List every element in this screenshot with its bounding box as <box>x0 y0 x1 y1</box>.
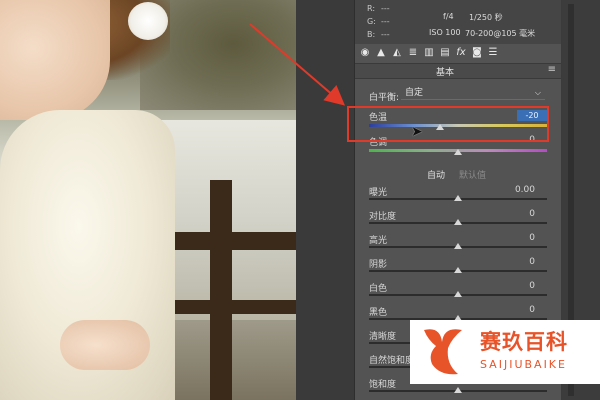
fx-icon[interactable]: fx <box>455 47 467 59</box>
lens-value: 70-200@105 毫米 <box>465 29 536 38</box>
railing-bar <box>165 232 296 250</box>
mouse-cursor-icon: ➤ <box>411 124 423 140</box>
adjustment-value[interactable]: 0.00 <box>505 185 535 195</box>
photo-icon[interactable]: ◙ <box>471 47 483 59</box>
section-header: 基本 ≡ <box>355 63 561 79</box>
panel-tabs: ◉ ▲ ◭ ≣ ▥ ▤ fx ◙ ☰ <box>359 45 499 61</box>
tint-slider-thumb[interactable] <box>454 149 462 155</box>
adjustment-slider-thumb[interactable] <box>454 291 462 297</box>
adjustment-label: 自然饱和度 <box>369 356 415 366</box>
aperture-value: f/4 <box>443 12 454 21</box>
r-value: --- <box>381 4 390 13</box>
temperature-highlight-box <box>347 106 549 142</box>
model-face <box>0 0 110 120</box>
adjustment-value[interactable]: 0 <box>505 281 535 291</box>
sliders-icon[interactable]: ☰ <box>487 47 499 59</box>
railing-post <box>210 180 232 400</box>
adjustment-slider-thumb[interactable] <box>454 219 462 225</box>
film-icon[interactable]: ▤ <box>439 47 451 59</box>
adjustment-label: 白色 <box>369 284 388 294</box>
hair-flower <box>128 2 168 40</box>
adjustment-label: 黑色 <box>369 308 388 318</box>
shutter-value: 1/250 秒 <box>469 13 503 22</box>
g-value: --- <box>381 17 390 26</box>
mountain-icon[interactable]: ▲ <box>375 47 387 59</box>
railing-bar <box>165 300 296 314</box>
adjustment-label: 阴影 <box>369 260 388 270</box>
b-label: B: <box>367 30 376 39</box>
canvas-gap <box>296 0 354 400</box>
adjustment-slider-thumb[interactable] <box>454 243 462 249</box>
adjustment-value[interactable]: 0 <box>505 209 535 219</box>
adjustment-value[interactable]: 0 <box>505 305 535 315</box>
g-label: G: <box>367 17 376 26</box>
section-menu-icon[interactable]: ≡ <box>548 64 556 75</box>
adjustment-label: 饱和度 <box>369 380 397 390</box>
white-balance-label: 白平衡: <box>369 93 400 103</box>
mountain-split-icon[interactable]: ◭ <box>391 47 403 59</box>
model-arm <box>60 320 150 370</box>
adjustment-slider-thumb[interactable] <box>454 387 462 393</box>
auto-button[interactable]: 自动 <box>427 168 445 181</box>
adjustment-value[interactable]: 0 <box>505 233 535 243</box>
adjustment-label: 曝光 <box>369 188 388 198</box>
adjustment-label: 高光 <box>369 236 388 246</box>
watermark-pinyin: SAIJIUBAIKE <box>480 358 567 371</box>
adjustment-slider-thumb[interactable] <box>454 267 462 273</box>
section-title: 基本 <box>435 68 454 78</box>
adjustment-label: 清晰度 <box>369 332 397 342</box>
r-label: R: <box>367 4 376 13</box>
white-balance-select[interactable]: 自定 ⌵ <box>401 86 545 100</box>
adjustment-label: 对比度 <box>369 212 397 222</box>
fish-tail-logo-icon <box>424 329 462 375</box>
camera-icon[interactable]: ◉ <box>359 47 371 59</box>
stack-icon[interactable]: ≣ <box>407 47 419 59</box>
watermark-logo: 赛玖百科 SAIJIUBAIKE <box>410 320 600 384</box>
white-balance-value: 自定 <box>405 88 424 98</box>
photo-preview <box>0 0 296 400</box>
levels-icon[interactable]: ▥ <box>423 47 435 59</box>
adjustment-slider-thumb[interactable] <box>454 195 462 201</box>
default-button[interactable]: 默认值 <box>459 168 486 181</box>
b-value: --- <box>381 30 390 39</box>
iso-value: ISO 100 <box>429 28 461 37</box>
chevron-down-icon: ⌵ <box>534 88 541 97</box>
adjustment-value[interactable]: 0 <box>505 257 535 267</box>
watermark-name: 赛玖百科 <box>480 330 568 354</box>
info-readout: R: --- G: --- B: --- f/4 1/250 秒 ISO 100… <box>355 0 561 44</box>
